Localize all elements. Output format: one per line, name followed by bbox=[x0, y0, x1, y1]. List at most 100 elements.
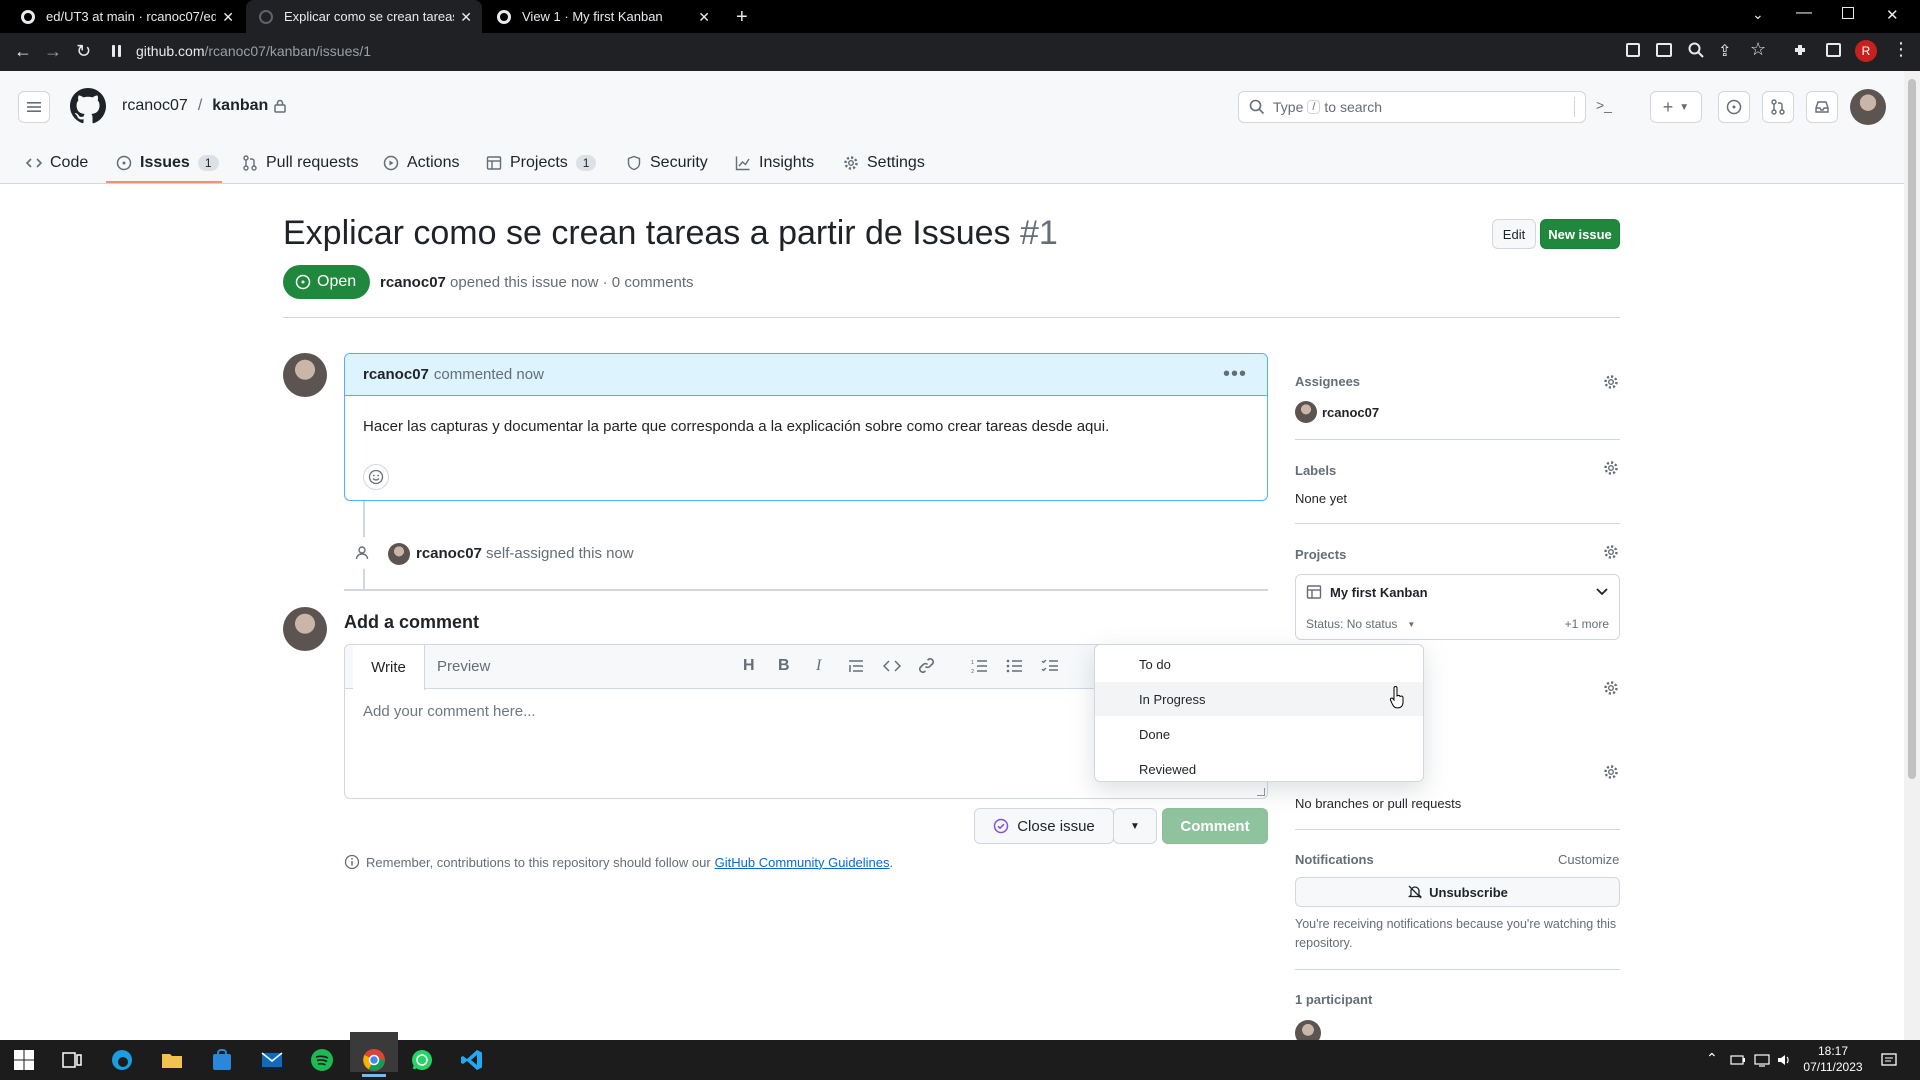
status-option-done[interactable]: Done bbox=[1095, 717, 1423, 751]
chrome-icon[interactable] bbox=[362, 1048, 386, 1072]
assignee-avatar[interactable] bbox=[1295, 401, 1317, 423]
task-view-icon[interactable] bbox=[60, 1048, 84, 1072]
unsubscribe-button[interactable]: Unsubscribe bbox=[1295, 877, 1620, 907]
tab-insights[interactable]: Insights bbox=[735, 149, 814, 177]
bookmark-star-icon[interactable]: ☆ bbox=[1750, 39, 1766, 60]
code-icon[interactable] bbox=[883, 658, 901, 674]
file-explorer-icon[interactable] bbox=[160, 1048, 184, 1072]
tab-code[interactable]: Code bbox=[26, 149, 88, 177]
tab-pull-requests[interactable]: Pull requests bbox=[242, 149, 359, 177]
close-icon[interactable]: ✕ bbox=[698, 9, 710, 26]
issues-button[interactable] bbox=[1718, 91, 1750, 123]
reload-icon[interactable]: ↻ bbox=[76, 41, 91, 62]
edge-icon[interactable] bbox=[110, 1048, 134, 1072]
numbered-list-icon[interactable]: 12 bbox=[971, 658, 988, 674]
more-options-icon[interactable]: ••• bbox=[1223, 363, 1247, 386]
restore-icon[interactable] bbox=[1842, 7, 1854, 19]
write-tab[interactable]: Write bbox=[353, 645, 425, 690]
status-option-todo[interactable]: To do bbox=[1095, 647, 1423, 681]
network-icon[interactable] bbox=[1754, 1052, 1770, 1068]
add-reaction-button[interactable] bbox=[363, 464, 389, 490]
hamburger-menu-button[interactable] bbox=[18, 91, 50, 123]
gear-icon[interactable] bbox=[1603, 680, 1619, 696]
store-icon[interactable] bbox=[210, 1048, 234, 1072]
link-icon[interactable] bbox=[918, 657, 935, 674]
spotify-icon[interactable] bbox=[310, 1048, 334, 1072]
preview-tab[interactable]: Preview bbox=[437, 658, 490, 675]
close-icon[interactable]: ✕ bbox=[222, 9, 234, 26]
tab-actions[interactable]: Actions bbox=[383, 149, 459, 177]
new-tab-icon[interactable]: + bbox=[736, 6, 748, 29]
mail-icon[interactable] bbox=[260, 1048, 284, 1072]
owner-link[interactable]: rcanoc07 bbox=[122, 97, 188, 115]
event-actor[interactable]: rcanoc07 bbox=[416, 545, 482, 562]
extensions-icon[interactable] bbox=[1792, 42, 1808, 58]
install-app-icon[interactable] bbox=[1626, 43, 1640, 57]
project-more-link[interactable]: +1 more bbox=[1565, 617, 1609, 631]
author-link[interactable]: rcanoc07 bbox=[380, 274, 446, 291]
comment-author[interactable]: rcanoc07 bbox=[363, 366, 429, 383]
comment-author-avatar[interactable] bbox=[283, 353, 327, 397]
chevron-down-icon[interactable] bbox=[1596, 587, 1608, 597]
address-bar[interactable]: github.com/rcanoc07/kanban/issues/1 bbox=[110, 36, 1620, 66]
close-issue-options-button[interactable]: ▼ bbox=[1113, 808, 1157, 844]
project-status-field[interactable]: Status: No status ▼ bbox=[1306, 617, 1415, 631]
status-option-reviewed[interactable]: Reviewed bbox=[1095, 752, 1423, 786]
gear-icon[interactable] bbox=[1603, 374, 1619, 390]
heading-icon[interactable]: H bbox=[743, 657, 755, 675]
browser-tab-2[interactable]: Explicar como se crean tareas a ... ✕ bbox=[246, 0, 482, 33]
command-palette-icon[interactable]: >_ bbox=[1596, 97, 1612, 113]
page-scrollbar[interactable] bbox=[1904, 71, 1920, 1040]
forward-icon[interactable]: → bbox=[44, 41, 62, 62]
italic-icon[interactable]: I bbox=[816, 657, 821, 675]
battery-icon[interactable] bbox=[1730, 1052, 1746, 1068]
profile-avatar[interactable]: R bbox=[1855, 40, 1877, 62]
new-issue-button[interactable]: New issue bbox=[1540, 219, 1620, 249]
assignee-name[interactable]: rcanoc07 bbox=[1322, 405, 1379, 420]
browser-tab-1[interactable]: ed/UT3 at main · rcanoc07/ed ✕ bbox=[8, 0, 244, 33]
search-input[interactable]: Type / to search bbox=[1238, 91, 1586, 123]
github-logo-icon[interactable] bbox=[70, 88, 106, 124]
system-clock[interactable]: 18:17 07/11/2023 bbox=[1798, 1043, 1868, 1075]
scrollbar-thumb[interactable] bbox=[1908, 79, 1916, 779]
status-option-in-progress[interactable]: In Progress bbox=[1095, 682, 1423, 716]
close-icon[interactable]: ✕ bbox=[460, 9, 472, 26]
inbox-button[interactable] bbox=[1806, 91, 1838, 123]
gear-icon[interactable] bbox=[1603, 544, 1619, 560]
menu-dots-icon[interactable]: ⋮ bbox=[1892, 39, 1910, 60]
comment-button[interactable]: Comment bbox=[1162, 808, 1268, 844]
edit-button[interactable]: Edit bbox=[1492, 219, 1536, 249]
close-issue-button[interactable]: Close issue bbox=[974, 808, 1114, 844]
tab-projects[interactable]: Projects 1 bbox=[486, 149, 597, 177]
vscode-icon[interactable] bbox=[460, 1048, 484, 1072]
project-name[interactable]: My first Kanban bbox=[1330, 585, 1428, 600]
task-list-icon[interactable] bbox=[1041, 658, 1059, 674]
tab-search-icon[interactable]: ⌄ bbox=[1752, 6, 1764, 23]
user-avatar[interactable] bbox=[1850, 89, 1886, 125]
window-close-icon[interactable]: ✕ bbox=[1886, 6, 1899, 24]
tab-issues[interactable]: Issues 1 bbox=[116, 149, 219, 177]
repo-link[interactable]: kanban bbox=[212, 97, 268, 115]
gear-icon[interactable] bbox=[1603, 764, 1619, 780]
create-new-button[interactable]: + ▼ bbox=[1650, 91, 1702, 123]
share-icon[interactable]: ⇪ bbox=[1718, 41, 1731, 61]
translate-icon[interactable] bbox=[1656, 43, 1672, 57]
tab-security[interactable]: Security bbox=[626, 149, 708, 177]
customize-link[interactable]: Customize bbox=[1558, 852, 1619, 867]
bold-icon[interactable]: B bbox=[778, 657, 790, 675]
notification-center-icon[interactable] bbox=[1880, 1051, 1898, 1069]
side-panel-icon[interactable] bbox=[1826, 43, 1841, 57]
tab-settings[interactable]: Settings bbox=[843, 149, 925, 177]
comment-textarea[interactable]: Add your comment here... bbox=[363, 703, 536, 720]
gear-icon[interactable] bbox=[1603, 460, 1619, 476]
zoom-icon[interactable] bbox=[1688, 42, 1704, 58]
site-info-icon[interactable] bbox=[110, 44, 124, 58]
volume-icon[interactable] bbox=[1776, 1052, 1792, 1068]
windows-start-icon[interactable] bbox=[12, 1048, 36, 1072]
chevron-up-icon[interactable]: ⌃ bbox=[1706, 1050, 1718, 1067]
bullet-list-icon[interactable] bbox=[1006, 658, 1023, 674]
event-actor-avatar[interactable] bbox=[388, 543, 410, 565]
browser-tab-3[interactable]: View 1 · My first Kanban ✕ bbox=[484, 0, 720, 33]
minimize-icon[interactable]: — bbox=[1796, 4, 1812, 22]
resize-handle[interactable] bbox=[1257, 788, 1265, 796]
